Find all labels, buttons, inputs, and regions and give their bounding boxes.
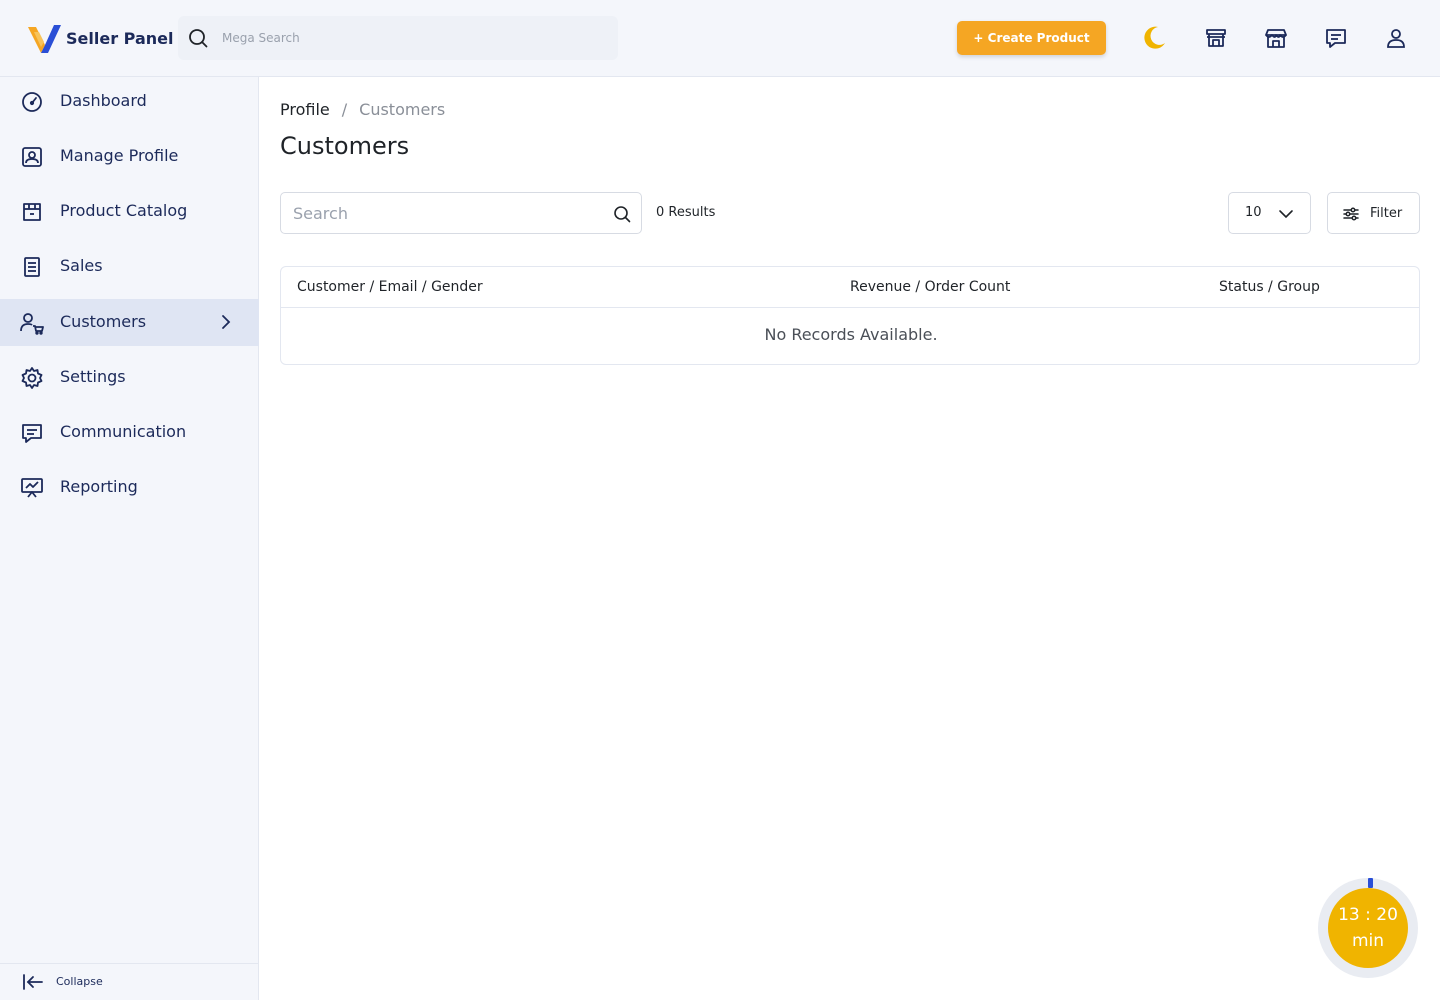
chat-icon — [20, 421, 44, 445]
sidebar-item-customers[interactable]: Customers — [0, 299, 259, 346]
profile-icon — [20, 145, 44, 169]
sidebar-item-label: Dashboard — [60, 91, 147, 110]
sidebar-item-label: Sales — [60, 256, 103, 275]
search-icon[interactable] — [613, 205, 631, 227]
sidebar-item-label: Customers — [60, 312, 147, 331]
breadcrumb-separator: / — [341, 100, 348, 119]
chat-icon[interactable] — [1322, 24, 1350, 52]
main-content: Profile / Customers Customers 0 Results … — [260, 77, 1440, 1000]
mega-search[interactable] — [178, 16, 618, 60]
column-header-revenue[interactable]: Revenue / Order Count — [850, 279, 1010, 295]
timer-unit: min — [1351, 931, 1385, 951]
store-icon[interactable] — [1202, 24, 1230, 52]
sliders-icon — [1342, 205, 1360, 227]
mega-search-input[interactable] — [222, 26, 602, 50]
breadcrumb: Profile / Customers — [280, 100, 445, 119]
logo-icon — [28, 25, 61, 53]
sidebar-item-label: Settings — [60, 367, 126, 386]
sidebar-item-reporting[interactable]: Reporting — [0, 464, 259, 511]
sidebar-item-settings[interactable]: Settings — [0, 354, 259, 401]
breadcrumb-current: Customers — [359, 100, 446, 119]
moon-icon[interactable] — [1139, 24, 1167, 52]
sidebar-item-dashboard[interactable]: Dashboard — [0, 78, 259, 125]
user-icon[interactable] — [1382, 24, 1410, 52]
chevron-down-icon — [1277, 205, 1295, 227]
sidebar: Dashboard Manage Profile Product Catalog… — [0, 77, 259, 1000]
sidebar-item-label: Reporting — [60, 477, 138, 496]
timer-display: 13 : 20 min — [1328, 888, 1408, 968]
session-timer[interactable]: 13 : 20 min — [1318, 878, 1418, 978]
receipt-icon — [20, 255, 44, 279]
page-size-select[interactable]: 10 — [1228, 192, 1311, 234]
customer-search[interactable] — [280, 192, 642, 234]
timer-progress-tick — [1368, 878, 1373, 888]
chevron-right-icon — [216, 312, 236, 336]
sidebar-item-manage-profile[interactable]: Manage Profile — [0, 133, 259, 180]
page-size-value: 10 — [1245, 205, 1262, 220]
sidebar-item-label: Product Catalog — [60, 201, 188, 220]
column-header-status[interactable]: Status / Group — [1219, 279, 1320, 295]
filter-label: Filter — [1370, 206, 1403, 221]
create-product-button[interactable]: + Create Product — [957, 21, 1106, 55]
table-header: Customer / Email / Gender Revenue / Orde… — [281, 267, 1419, 308]
top-bar: Seller Panel + Create Product — [0, 0, 1440, 77]
collapse-icon — [22, 973, 44, 995]
timer-time: 13 : 20 — [1338, 905, 1398, 925]
breadcrumb-profile[interactable]: Profile — [280, 100, 330, 119]
sidebar-item-communication[interactable]: Communication — [0, 409, 259, 456]
shop-icon[interactable] — [1262, 24, 1290, 52]
gauge-icon — [20, 90, 44, 114]
brand-title: Seller Panel — [66, 28, 174, 48]
page-title: Customers — [280, 132, 410, 160]
brand[interactable]: Seller Panel — [28, 22, 173, 54]
gear-icon — [20, 366, 44, 390]
sidebar-item-label: Manage Profile — [60, 146, 179, 165]
catalog-icon — [20, 200, 44, 224]
collapse-label: Collapse — [56, 975, 103, 988]
presentation-icon — [20, 476, 44, 500]
filter-button[interactable]: Filter — [1327, 192, 1420, 234]
sidebar-item-label: Communication — [60, 422, 187, 441]
search-icon — [188, 28, 208, 52]
results-count: 0 Results — [656, 205, 716, 220]
search-input[interactable] — [293, 202, 603, 224]
empty-state-message: No Records Available. — [764, 325, 938, 344]
sidebar-item-sales[interactable]: Sales — [0, 243, 259, 290]
column-header-customer[interactable]: Customer / Email / Gender — [297, 279, 483, 295]
customers-table: Customer / Email / Gender Revenue / Orde… — [280, 266, 1420, 365]
customers-icon — [20, 311, 44, 335]
sidebar-item-product-catalog[interactable]: Product Catalog — [0, 188, 259, 235]
collapse-button[interactable]: Collapse — [0, 963, 259, 1000]
